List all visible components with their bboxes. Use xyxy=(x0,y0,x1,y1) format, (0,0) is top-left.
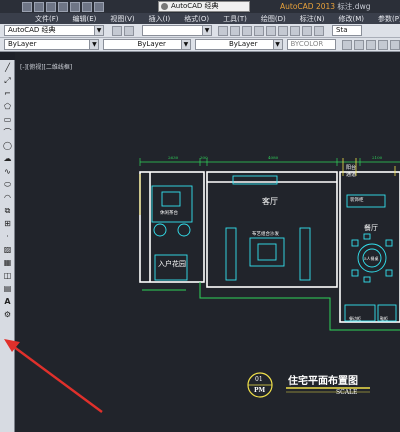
walls xyxy=(139,171,400,323)
sheet-number: 01 xyxy=(255,376,263,383)
floor-plan-drawing xyxy=(4,158,400,413)
dim-label-1: 2630 xyxy=(168,155,179,160)
dim-label-4: 2100 xyxy=(372,155,383,160)
sheet-title: 住宅平面布置图 xyxy=(288,376,358,387)
room-label-entry-garden: 入户花园 xyxy=(158,260,186,268)
dim-label-2: 300 xyxy=(200,155,208,160)
dim-label-3: 4080 xyxy=(268,155,279,160)
room-label-cabinet: 鞋柜 xyxy=(380,316,388,321)
room-label-corridor: 通道 xyxy=(346,172,357,178)
room-label-dining: 餐厅 xyxy=(364,224,378,232)
room-label-living: 客厅 xyxy=(262,197,278,206)
room-label-dining-table: 5人餐桌 xyxy=(364,256,379,261)
sheet-code: PM xyxy=(254,387,266,394)
room-label-balcony: 阳台 xyxy=(346,165,357,171)
room-label-misc: 餐边柜 xyxy=(349,316,361,321)
annotation-arrow xyxy=(4,339,103,413)
scale-label: SCALE xyxy=(336,389,358,396)
room-label-display: 装饰柜 xyxy=(350,198,364,203)
room-label-tea-table: 休闲茶台 xyxy=(160,211,178,216)
room-label-sofa: 布艺组合沙发 xyxy=(252,232,279,237)
